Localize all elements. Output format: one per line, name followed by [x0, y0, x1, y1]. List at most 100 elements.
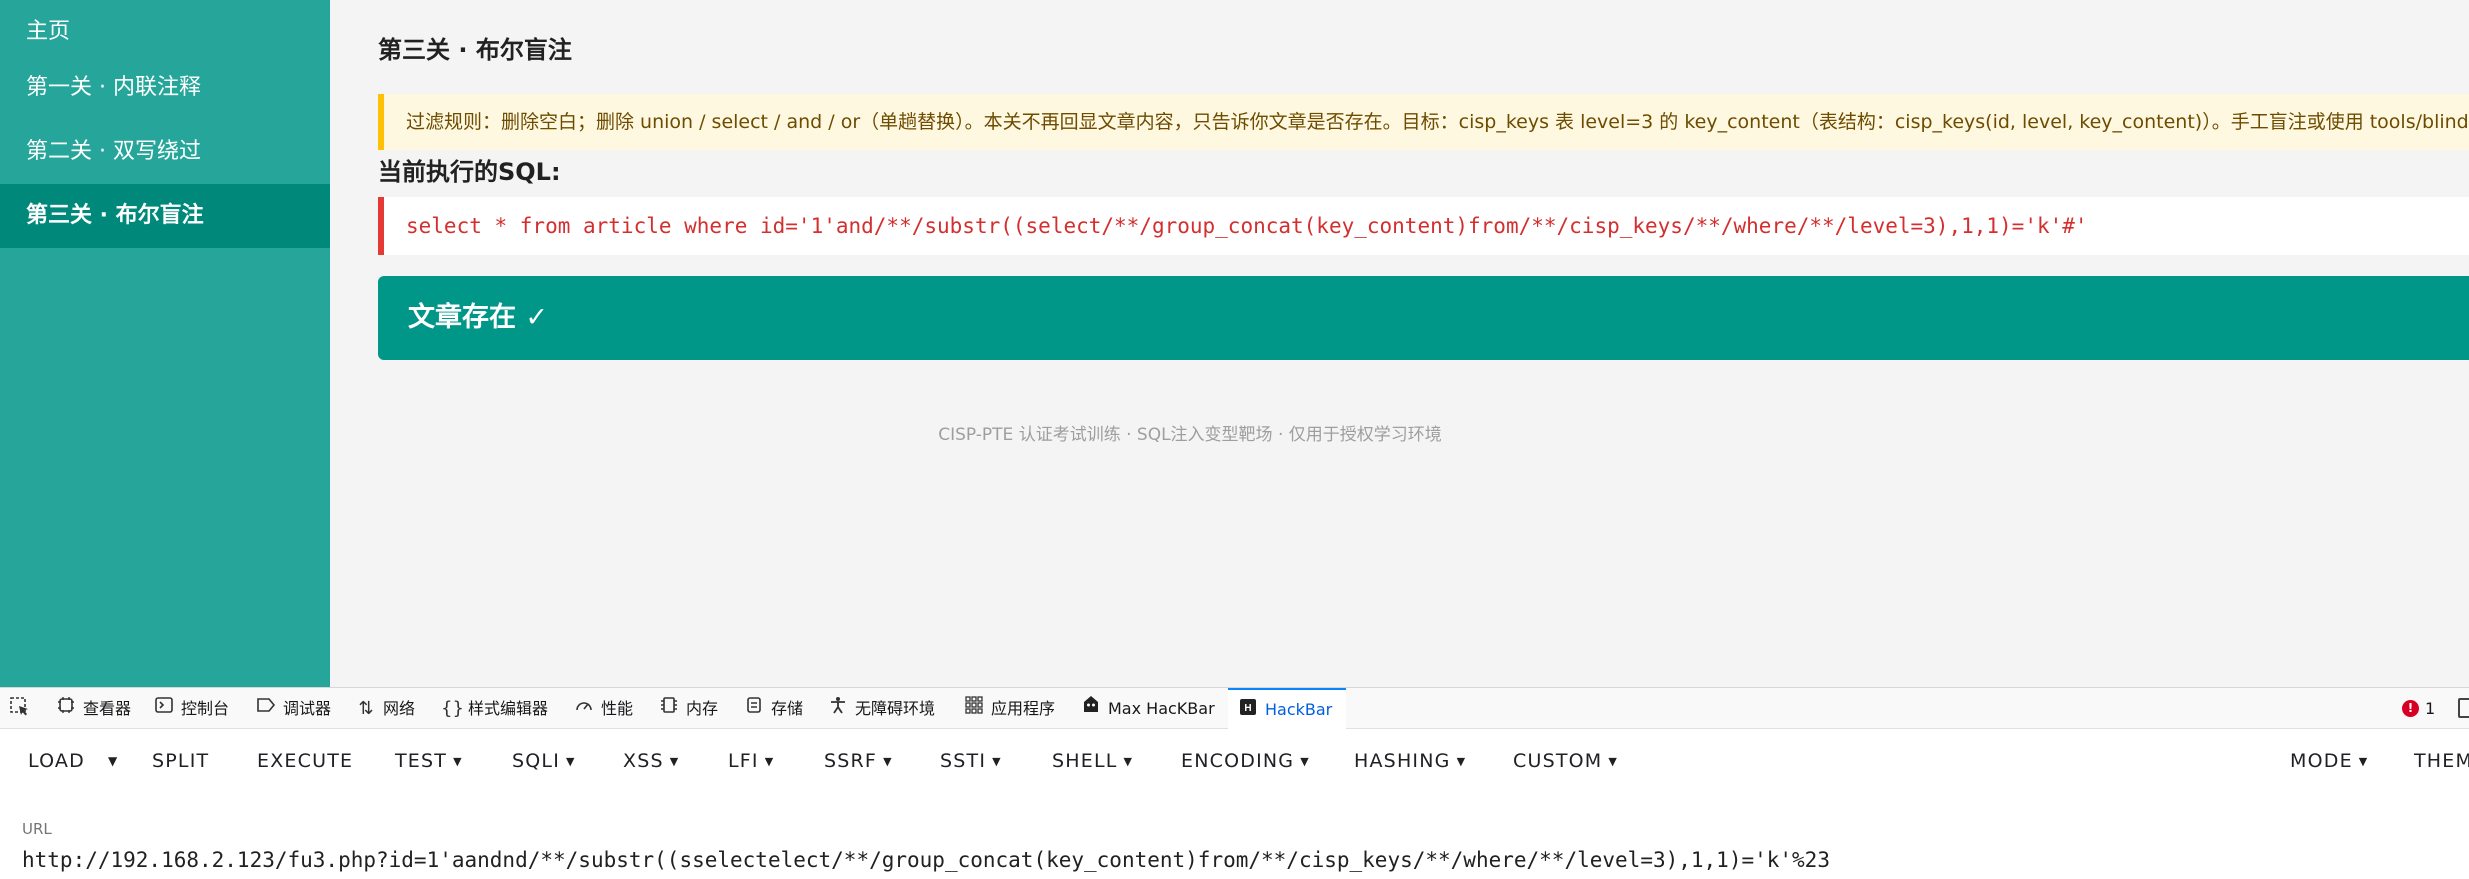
lfi-menu[interactable]: LFI ▼	[728, 729, 774, 793]
theme-menu-label: THEM	[2414, 750, 2469, 772]
mode-menu[interactable]: MODE ▼	[2290, 729, 2368, 793]
tab-label: 无障碍环境	[855, 699, 936, 718]
sidebar-item-label: 主页	[26, 19, 71, 44]
chevron-down-icon: ▼	[1456, 755, 1467, 768]
sidebar-item-level3[interactable]: 第三关 · 布尔盲注	[0, 184, 330, 248]
debugger-icon	[256, 688, 276, 729]
tab-label: 查看器	[83, 699, 132, 718]
tab-storage[interactable]: 存储	[744, 688, 803, 729]
chevron-down-icon: ▼	[992, 755, 1002, 768]
tab-label: 控制台	[181, 699, 230, 718]
memory-icon	[659, 688, 679, 729]
shell-menu-label: SHELL	[1052, 750, 1118, 772]
error-icon: !	[2402, 700, 2419, 717]
mode-menu-label: MODE	[2290, 750, 2353, 772]
devtools-toolbar: 查看器 控制台 调试器 ⇅ 网络 {} 样式编辑器 性能 内存 存储 无障碍环境…	[0, 687, 2469, 729]
sql-label: 当前执行的SQL:	[378, 158, 561, 186]
tab-hackbar[interactable]: H HackBar	[1228, 688, 1347, 730]
theme-menu[interactable]: THEM	[2414, 729, 2469, 793]
result-banner: 文章存在 ✓	[378, 276, 2469, 360]
element-picker-icon[interactable]	[10, 697, 30, 722]
accessibility-icon	[828, 688, 848, 729]
chevron-down-icon: ▼	[453, 755, 463, 768]
tab-performance[interactable]: 性能	[574, 688, 633, 729]
storage-icon	[744, 688, 764, 729]
max-hackbar-icon	[1081, 688, 1101, 729]
sidebar-item-label: 第二关 · 双写绕过	[26, 139, 201, 164]
chevron-down-icon: ▼	[2358, 755, 2369, 768]
performance-icon	[574, 688, 594, 729]
tab-console[interactable]: 控制台	[154, 688, 229, 729]
ssti-menu-label: SSTI	[940, 750, 987, 772]
tab-label: 网络	[383, 699, 416, 718]
style-editor-icon: {}	[441, 698, 464, 719]
load-dropdown-icon[interactable]: ▼	[108, 729, 117, 793]
main-content: 第三关 · 布尔盲注 过滤规则：删除空白；删除 union / select /…	[330, 0, 2469, 687]
hackbar-panel: LOAD ▼ SPLIT EXECUTE TEST ▼ SQLI ▼ XSS ▼ LF…	[0, 729, 2469, 879]
ssti-menu[interactable]: SSTI ▼	[940, 729, 1002, 793]
lfi-menu-label: LFI	[728, 750, 759, 772]
url-label: URL	[22, 820, 52, 838]
tab-label: 调试器	[283, 699, 332, 718]
tab-application[interactable]: 应用程序	[964, 688, 1055, 729]
test-menu[interactable]: TEST ▼	[395, 729, 463, 793]
tab-style-editor[interactable]: {} 样式编辑器	[441, 688, 548, 729]
ssrf-menu[interactable]: SSRF ▼	[824, 729, 893, 793]
chevron-down-icon: ▼	[1608, 755, 1619, 768]
hashing-menu-label: HASHING	[1354, 750, 1451, 772]
tab-network[interactable]: ⇅ 网络	[356, 688, 415, 729]
load-button[interactable]: LOAD	[28, 729, 85, 793]
xss-menu[interactable]: XSS ▼	[623, 729, 679, 793]
tab-label: HackBar	[1265, 700, 1333, 719]
chevron-down-icon: ▼	[883, 755, 893, 768]
shell-menu[interactable]: SHELL ▼	[1052, 729, 1133, 793]
error-count: 1	[2425, 699, 2436, 718]
chevron-down-icon: ▼	[1300, 755, 1310, 768]
tab-label: 内存	[686, 699, 719, 718]
sidebar-item-home[interactable]: 主页	[0, 0, 330, 64]
tab-accessibility[interactable]: 无障碍环境	[828, 688, 935, 729]
tab-label: 性能	[601, 699, 634, 718]
error-counter[interactable]: ! 1	[2402, 688, 2435, 729]
hackbar-icon: H	[1238, 689, 1258, 730]
encoding-menu[interactable]: ENCODING ▼	[1181, 729, 1310, 793]
chevron-down-icon: ▼	[1123, 755, 1134, 768]
tab-debugger[interactable]: 调试器	[256, 688, 331, 729]
sidebar-item-label: 第一关 · 内联注释	[26, 75, 201, 100]
tab-inspector[interactable]: 查看器	[56, 688, 131, 729]
tab-label: 应用程序	[991, 699, 1056, 718]
sqli-menu[interactable]: SQLI ▼	[512, 729, 576, 793]
page-title: 第三关 · 布尔盲注	[378, 36, 572, 64]
network-icon: ⇅	[358, 698, 374, 719]
sidebar-item-level1[interactable]: 第一关 · 内联注释	[0, 56, 330, 120]
dock-side-icon[interactable]	[2458, 698, 2469, 718]
test-menu-label: TEST	[395, 750, 448, 772]
console-icon	[154, 688, 174, 729]
url-input[interactable]: http://192.168.2.123/fu3.php?id=1'aandnd…	[22, 848, 1830, 872]
chevron-down-icon: ▼	[566, 755, 576, 768]
split-button[interactable]: SPLIT	[152, 729, 209, 793]
page-footer: CISP-PTE 认证考试训练 · SQL注入变型靶场 · 仅用于授权学习环境	[938, 425, 1442, 445]
sqli-menu-label: SQLI	[512, 750, 561, 772]
ssrf-menu-label: SSRF	[824, 750, 878, 772]
sql-query-display: select * from article where id='1'and/**…	[378, 197, 2469, 255]
chevron-down-icon: ▼	[764, 755, 775, 768]
xss-menu-label: XSS	[623, 750, 664, 772]
inspector-icon	[56, 688, 76, 729]
sidebar: 主页 第一关 · 内联注释 第二关 · 双写绕过 第三关 · 布尔盲注	[0, 0, 330, 687]
filter-rules-notice: 过滤规则：删除空白；删除 union / select / and / or（单…	[378, 94, 2469, 150]
chevron-down-icon: ▼	[669, 755, 680, 768]
tab-label: 样式编辑器	[468, 699, 549, 718]
execute-button[interactable]: EXECUTE	[257, 729, 353, 793]
sidebar-item-level2[interactable]: 第二关 · 双写绕过	[0, 120, 330, 184]
tab-memory[interactable]: 内存	[659, 688, 718, 729]
custom-menu[interactable]: CUSTOM ▼	[1513, 729, 1618, 793]
custom-menu-label: CUSTOM	[1513, 750, 1603, 772]
sidebar-item-label: 第三关 · 布尔盲注	[26, 203, 204, 228]
tab-label: 存储	[771, 699, 804, 718]
svg-text:H: H	[1244, 703, 1251, 714]
encoding-menu-label: ENCODING	[1181, 750, 1295, 772]
hashing-menu[interactable]: HASHING ▼	[1354, 729, 1466, 793]
tab-label: Max HacKBar	[1108, 699, 1215, 718]
tab-max-hackbar[interactable]: Max HacKBar	[1081, 688, 1215, 729]
